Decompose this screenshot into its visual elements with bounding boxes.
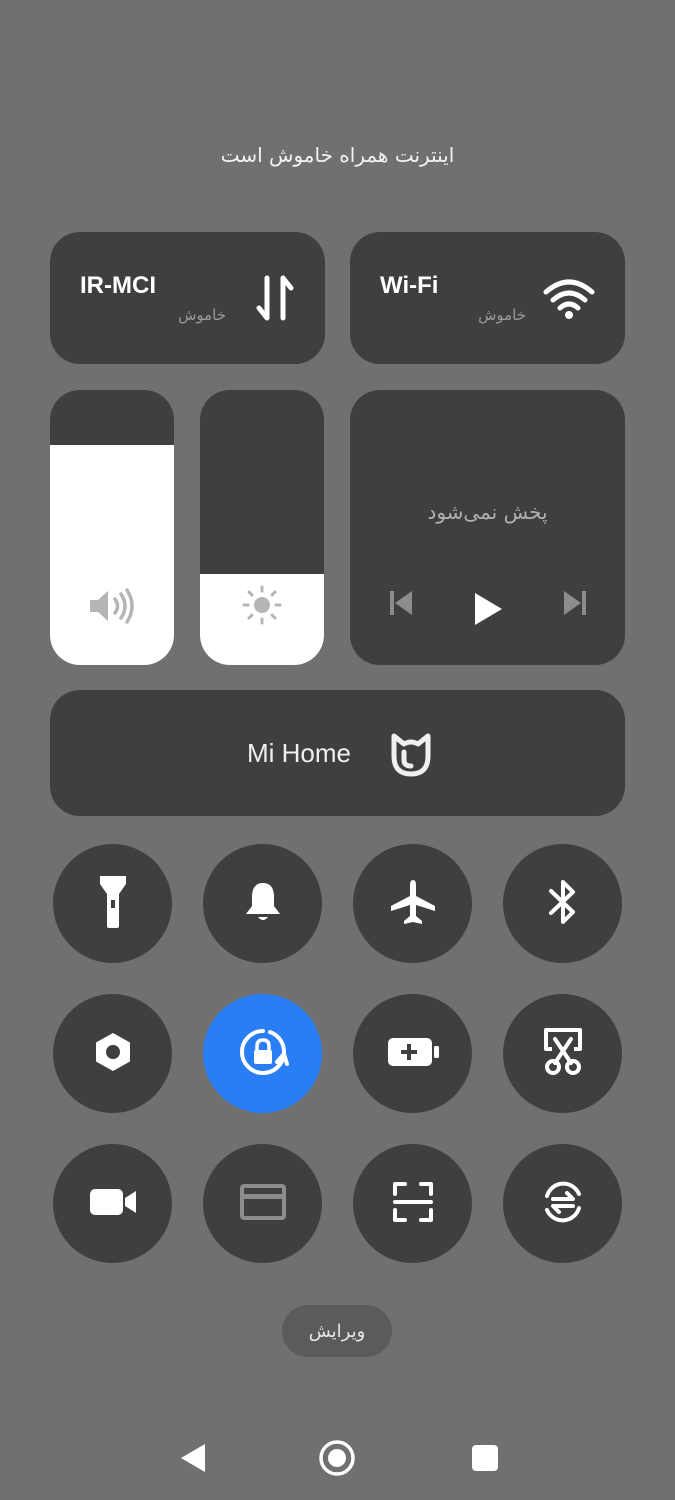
bell-icon [243,880,283,928]
scan-icon [391,1180,435,1228]
rotation-lock-icon [237,1026,289,1082]
home-icon[interactable] [315,1436,359,1480]
bluetooth-icon [545,877,581,931]
bluetooth-toggle[interactable] [503,844,622,963]
back-icon[interactable] [171,1436,215,1480]
mobile-data-icon [255,274,295,326]
mobile-data-status-message: اینترنت همراه خاموش است [220,143,455,167]
screenshot-toggle[interactable] [503,994,622,1113]
previous-icon[interactable] [388,590,414,620]
volume-icon [88,587,136,629]
rotation-lock-toggle[interactable] [203,994,322,1113]
screen-recorder-toggle[interactable] [53,1144,172,1263]
airplane-mode-toggle[interactable] [353,844,472,963]
scanner-toggle[interactable] [353,1144,472,1263]
silent-toggle[interactable] [203,844,322,963]
media-status: پخش نمی‌شود [427,500,548,524]
mi-home-label: Mi Home [247,738,352,768]
edit-button[interactable]: ویرایش [282,1305,392,1357]
wifi-state: خاموش [478,306,526,324]
window-card-icon [239,1183,286,1224]
wifi-icon [543,278,595,324]
flashlight-toggle[interactable] [53,844,172,963]
media-player-tile[interactable]: پخش نمی‌شود [350,390,625,665]
flashlight-icon [98,874,128,934]
sync-toggle[interactable] [503,1144,622,1263]
mi-home-tile[interactable]: Mi Home [50,690,625,816]
brightness-slider[interactable] [200,390,324,665]
battery-saver-icon [386,1036,440,1072]
edit-label: ویرایش [308,1320,366,1342]
mobile-data-title: IR-MCI [80,272,156,299]
next-icon[interactable] [562,590,588,620]
volume-slider[interactable] [50,390,174,665]
airplane-icon [388,877,438,931]
video-camera-icon [88,1186,138,1222]
recents-icon[interactable] [463,1436,507,1480]
play-icon[interactable] [473,592,503,630]
hexagon-settings-icon [91,1030,135,1078]
mobile-data-state: خاموش [178,306,226,324]
mi-home-icon [390,732,432,782]
floating-window-toggle[interactable] [203,1144,322,1263]
wifi-title: Wi-Fi [380,272,439,299]
scissors-screenshot-icon [540,1027,586,1081]
volume-slider-fill [50,445,174,665]
sync-icon [539,1178,587,1230]
settings-toggle[interactable] [53,994,172,1113]
battery-saver-toggle[interactable] [353,994,472,1113]
brightness-icon [242,585,282,629]
wifi-tile[interactable]: Wi-Fi خاموش [350,232,625,364]
mobile-data-tile[interactable]: IR-MCI خاموش [50,232,325,364]
